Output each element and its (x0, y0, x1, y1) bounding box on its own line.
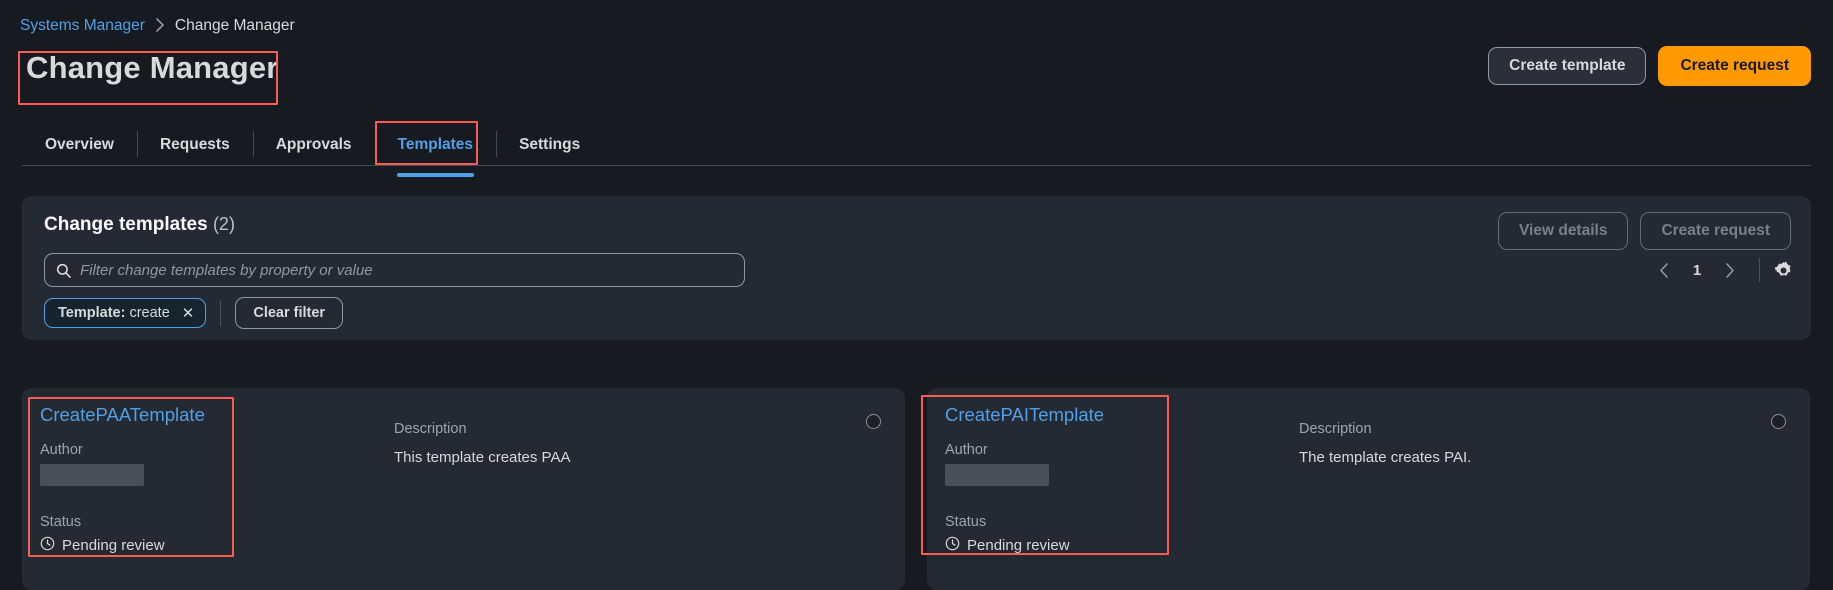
breadcrumb-current: Change Manager (174, 17, 295, 34)
filter-token-property: Template: (58, 305, 126, 321)
pagination-page-1[interactable]: 1 (1683, 256, 1711, 284)
tab-bar-divider (22, 165, 1811, 166)
description-label: Description (394, 421, 467, 437)
pagination-prev-button[interactable] (1649, 255, 1679, 285)
author-value-redacted (40, 464, 144, 486)
template-select-radio[interactable] (866, 414, 881, 429)
template-card-summary: CreatePAATemplate Author Status Pending … (40, 404, 270, 555)
close-icon[interactable]: ✕ (182, 306, 195, 321)
header-actions: Create template Create request (1488, 46, 1811, 86)
template-name-link[interactable]: CreatePAITemplate (945, 404, 1175, 426)
author-label: Author (945, 442, 988, 458)
template-select-radio[interactable] (1771, 414, 1786, 429)
clock-icon (945, 536, 960, 555)
panel-title: Change templates (2) (44, 214, 235, 236)
pagination-divider (1759, 258, 1760, 282)
search-box[interactable] (44, 253, 745, 287)
create-request-button[interactable]: Create request (1658, 46, 1811, 86)
description-text: The template creates PAI. (1299, 449, 1472, 466)
filter-token-row: Template: create ✕ Clear filter (44, 297, 344, 329)
template-card-summary: CreatePAITemplate Author Status Pending … (945, 404, 1175, 555)
tab-templates[interactable]: Templates (374, 125, 497, 177)
view-details-button[interactable]: View details (1498, 212, 1629, 250)
clear-filter-button[interactable]: Clear filter (235, 297, 344, 329)
status-text: Pending review (967, 537, 1070, 554)
template-card-list: CreatePAATemplate Author Status Pending … (22, 388, 1810, 590)
tab-approvals[interactable]: Approvals (252, 125, 375, 165)
description-text: This template creates PAA (394, 449, 571, 466)
page-title: Change Manager (26, 50, 279, 85)
create-template-button[interactable]: Create template (1488, 47, 1647, 85)
pagination: 1 (1649, 255, 1793, 285)
filter-row: 1 (44, 253, 1793, 287)
panel-create-request-button[interactable]: Create request (1640, 212, 1791, 250)
tab-bar: Overview Requests Approvals Templates Se… (22, 125, 603, 177)
panel-actions: View details Create request (1498, 212, 1791, 250)
clock-icon (40, 536, 55, 555)
template-card[interactable]: CreatePAATemplate Author Status Pending … (22, 388, 905, 590)
template-card-description: Description This template creates PAA (394, 421, 570, 466)
template-card[interactable]: CreatePAITemplate Author Status Pending … (927, 388, 1810, 590)
change-templates-panel: Change templates (2) View details Create… (22, 196, 1811, 340)
filter-token-template-create[interactable]: Template: create ✕ (44, 298, 207, 328)
search-icon (56, 263, 71, 278)
filter-token-text: Template: create (58, 305, 170, 321)
token-divider (220, 300, 222, 326)
breadcrumb: Systems Manager Change Manager (20, 17, 295, 35)
gear-icon[interactable] (1774, 261, 1793, 280)
tab-requests[interactable]: Requests (136, 125, 253, 165)
status-label: Status (40, 514, 82, 530)
panel-title-text: Change templates (44, 214, 208, 235)
status-text: Pending review (62, 537, 165, 554)
status-badge: Pending review (40, 536, 270, 555)
pagination-next-button[interactable] (1715, 255, 1745, 285)
template-card-description: Description The template creates PAI. (1299, 421, 1471, 466)
tab-settings[interactable]: Settings (496, 125, 603, 165)
filter-token-value: create (129, 305, 170, 321)
status-label: Status (945, 514, 987, 530)
template-name-link[interactable]: CreatePAATemplate (40, 404, 270, 426)
description-label: Description (1299, 421, 1372, 437)
panel-item-count: (2) (212, 214, 235, 234)
author-label: Author (40, 442, 83, 458)
chevron-right-icon (155, 17, 165, 35)
status-badge: Pending review (945, 536, 1175, 555)
breadcrumb-link-systems-manager[interactable]: Systems Manager (20, 17, 145, 35)
search-input[interactable] (80, 261, 733, 279)
author-value-redacted (945, 464, 1049, 486)
tab-overview[interactable]: Overview (22, 125, 137, 165)
